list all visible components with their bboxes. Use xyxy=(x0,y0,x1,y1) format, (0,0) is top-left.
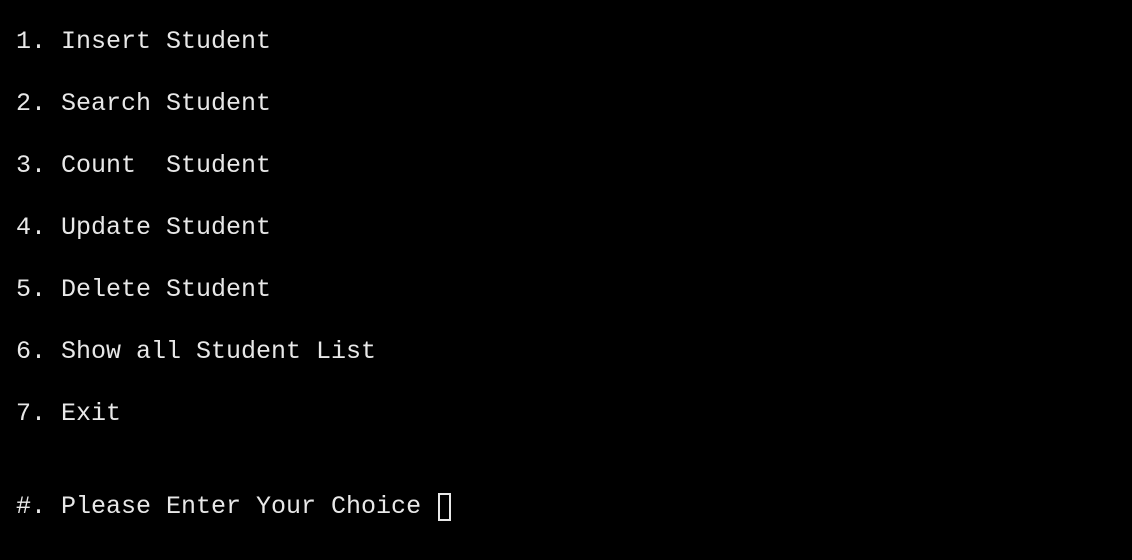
menu-item-delete-student: 5. Delete Student xyxy=(16,275,272,304)
menu-item-search-student: 2. Search Student xyxy=(16,89,272,118)
menu-item-insert-student: 1. Insert Student xyxy=(16,27,272,56)
choice-prompt-text: #. Please Enter Your Choice xyxy=(16,492,437,521)
menu-item-update-student: 4. Update Student xyxy=(16,213,272,242)
choice-prompt[interactable]: #. Please Enter Your Choice xyxy=(16,492,452,522)
menu-item-show-all-students: 6. Show all Student List xyxy=(16,337,377,366)
menu-item-count-student: 3. Count Student xyxy=(16,151,272,180)
console-window: 1. Insert Student 2. Search Student 3. C… xyxy=(0,0,1132,560)
text-cursor[interactable] xyxy=(438,493,452,521)
menu-item-exit: 7. Exit xyxy=(16,399,122,428)
